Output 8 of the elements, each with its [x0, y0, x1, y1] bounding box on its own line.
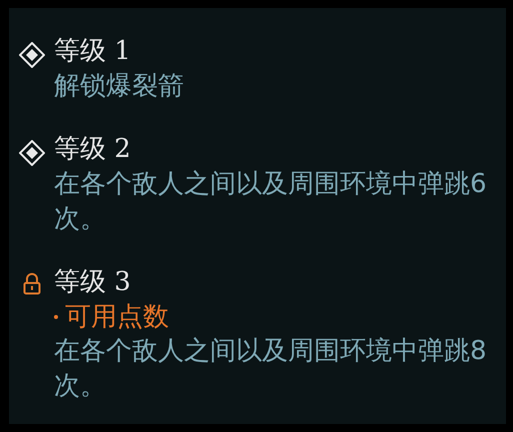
cost-label: 可用点数 [65, 301, 169, 334]
level-title: 等级 1 [54, 35, 132, 68]
level-title: 等级 3 [54, 266, 132, 299]
level-description: 解锁爆裂箭 [54, 70, 185, 103]
level-description: 在各个敌人之间以及周围环境中弹跳6次。 [54, 168, 488, 236]
level-title: 等级 2 [54, 133, 132, 166]
level-description: 在各个敌人之间以及周围环境中弹跳8次。 [54, 335, 488, 403]
bullet-icon [54, 315, 58, 319]
